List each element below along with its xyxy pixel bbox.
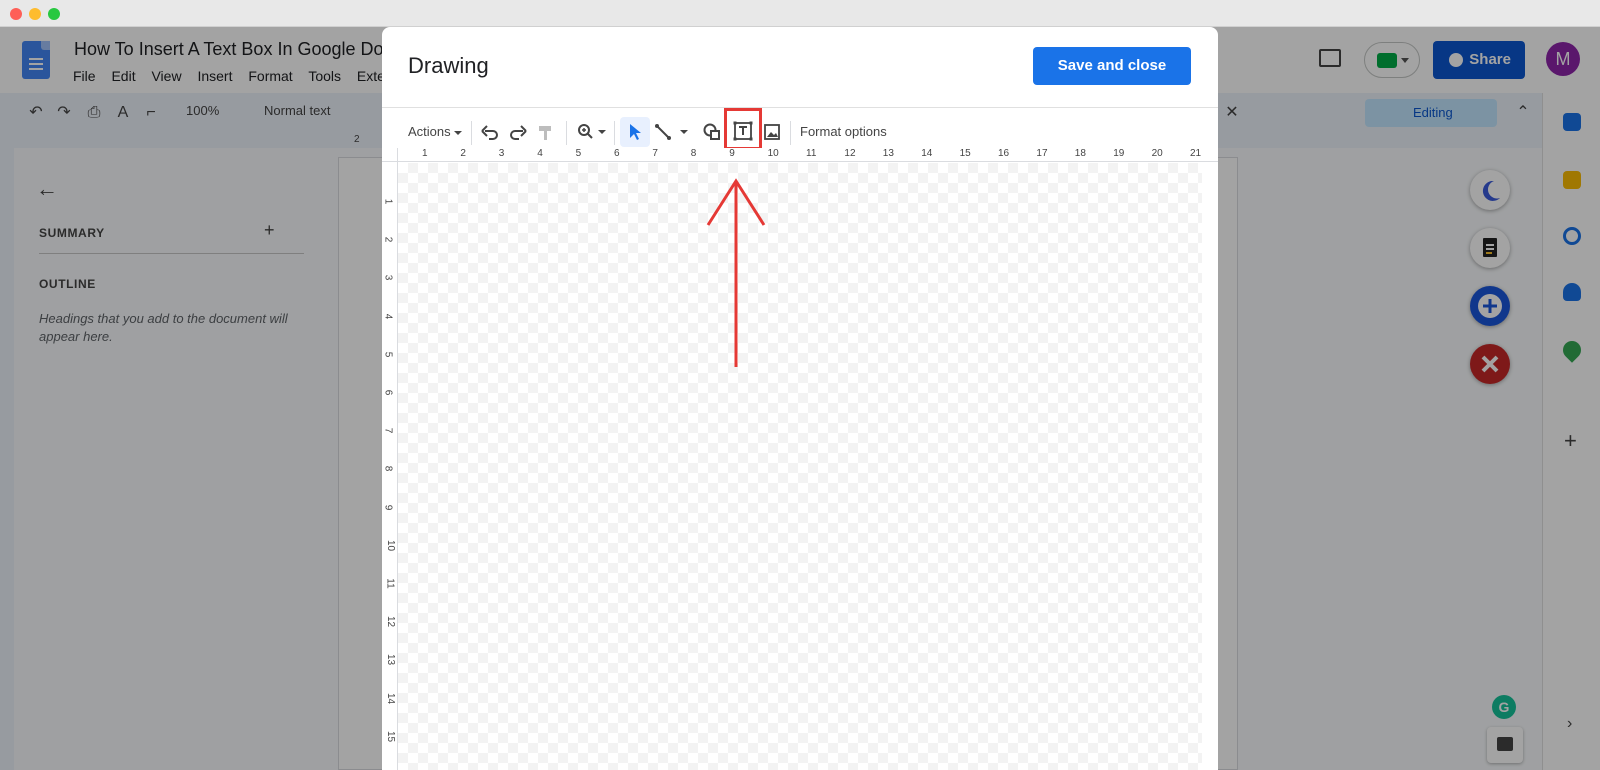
ruler-number-y: 15 xyxy=(385,730,397,742)
text-box-highlight xyxy=(724,108,762,150)
drawing-ruler-vertical: 1 2 3 4 5 6 7 8 9 10 11 12 13 14 15 xyxy=(382,162,398,770)
select-cursor-icon xyxy=(630,124,641,140)
undo-icon[interactable] xyxy=(480,122,500,150)
chevron-down-icon xyxy=(453,130,462,135)
zoom-icon[interactable] xyxy=(576,122,610,150)
ruler-number-x: 14 xyxy=(921,148,933,159)
save-and-close-button[interactable]: Save and close xyxy=(1033,47,1191,85)
paint-format-icon[interactable] xyxy=(536,122,556,150)
ruler-number-x: 17 xyxy=(1036,148,1048,159)
format-options-button[interactable]: Format options xyxy=(800,118,887,146)
ruler-corner xyxy=(382,148,398,162)
dialog-divider xyxy=(382,107,1218,108)
ruler-number-y: 10 xyxy=(385,539,397,551)
ruler-number-x: 19 xyxy=(1113,148,1125,159)
ruler-number-y: 13 xyxy=(385,654,397,666)
drawing-ruler-horizontal: 1 2 3 4 5 6 7 8 9 10 11 12 13 14 15 16 17 18 19 20 21 xyxy=(398,148,1218,162)
ruler-number-x: 16 xyxy=(998,148,1010,159)
ruler-number-y: 2 xyxy=(382,236,394,243)
window-zoom-button[interactable] xyxy=(48,8,60,20)
ruler-number-x: 4 xyxy=(537,148,543,159)
actions-label: Actions xyxy=(408,124,451,139)
ruler-number-y: 11 xyxy=(384,578,396,589)
ruler-number-x: 20 xyxy=(1151,148,1163,159)
ruler-number-x: 6 xyxy=(614,148,620,159)
ruler-number-x: 21 xyxy=(1190,148,1202,159)
ruler-number-y: 5 xyxy=(382,351,394,358)
ruler-number-y: 1 xyxy=(382,198,394,205)
drawing-dialog: Drawing Save and close Actions Format op… xyxy=(382,27,1218,770)
ruler-number-y: 3 xyxy=(382,275,394,281)
ruler-number-x: 9 xyxy=(729,148,735,159)
window-close-button[interactable] xyxy=(10,8,22,20)
ruler-number-x: 2 xyxy=(460,148,466,159)
toolbar-separator xyxy=(790,121,791,145)
ruler-number-y: 8 xyxy=(382,466,394,472)
shape-tool-icon[interactable] xyxy=(702,122,722,150)
dialog-title: Drawing xyxy=(408,53,489,78)
window-minimize-button[interactable] xyxy=(29,8,41,20)
ruler-number-y: 6 xyxy=(382,389,394,396)
ruler-number-x: 5 xyxy=(575,148,582,159)
image-icon[interactable] xyxy=(762,122,782,150)
ruler-number-x: 7 xyxy=(652,148,658,159)
ruler-number-x: 3 xyxy=(498,148,505,159)
drawing-canvas[interactable] xyxy=(398,163,1202,770)
ruler-number-x: 8 xyxy=(690,148,697,159)
window-titlebar xyxy=(0,0,1600,27)
toolbar-separator xyxy=(566,121,567,145)
ruler-number-y: 4 xyxy=(382,313,394,319)
ruler-number-x: 12 xyxy=(844,148,856,159)
toolbar-separator xyxy=(614,121,615,145)
ruler-number-y: 14 xyxy=(385,692,397,704)
ruler-number-x: 13 xyxy=(882,148,894,159)
ruler-number-x: 10 xyxy=(767,148,779,159)
ruler-number-x: 11 xyxy=(806,148,817,159)
ruler-number-x: 15 xyxy=(959,148,971,159)
ruler-number-y: 9 xyxy=(382,504,394,510)
line-tool-icon[interactable] xyxy=(654,122,694,150)
ruler-number-y: 7 xyxy=(382,427,394,434)
toolbar-separator xyxy=(471,121,472,145)
redo-icon[interactable] xyxy=(508,122,528,150)
actions-menu[interactable]: Actions xyxy=(408,118,462,146)
ruler-number-x: 18 xyxy=(1074,148,1086,159)
ruler-number-x: 1 xyxy=(422,148,428,159)
annotation-arrow-up xyxy=(706,178,766,367)
ruler-number-y: 12 xyxy=(385,616,397,628)
